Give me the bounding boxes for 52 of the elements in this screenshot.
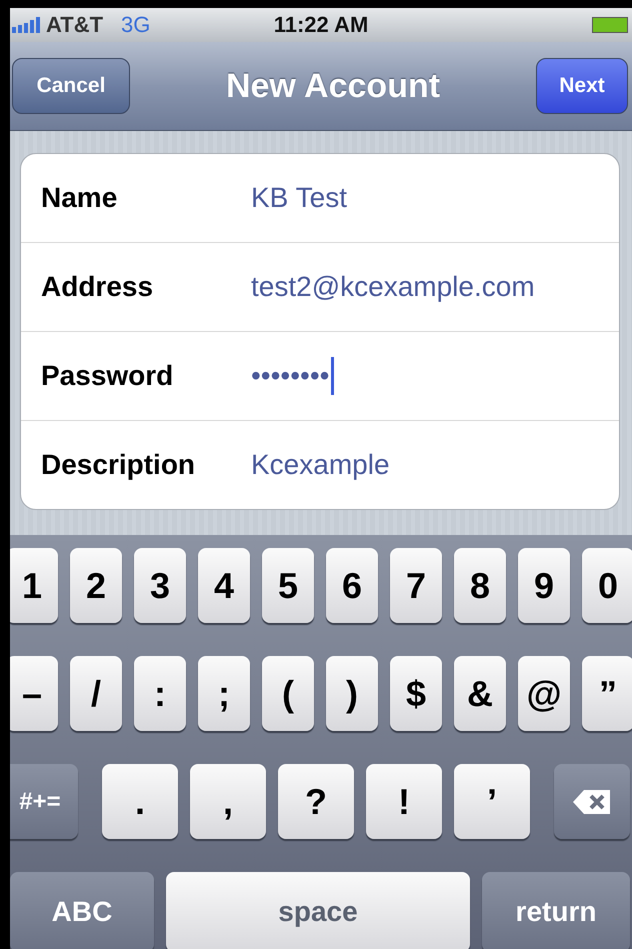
mode-key[interactable]: ABC xyxy=(10,872,154,949)
mode-key[interactable]: return xyxy=(482,872,630,949)
input-field[interactable]: KB Test xyxy=(251,174,347,222)
mode-key[interactable]: #+= xyxy=(10,764,78,839)
keyboard-key[interactable]: ” xyxy=(582,656,632,731)
keyboard-key[interactable]: 0 xyxy=(582,548,632,623)
keyboard-key[interactable]: ’ xyxy=(454,764,530,839)
keyboard-key[interactable]: – xyxy=(10,656,58,731)
keyboard-key[interactable]: $ xyxy=(390,656,442,731)
backspace-icon xyxy=(572,788,612,814)
keyboard-key[interactable]: 4 xyxy=(198,548,250,623)
keyboard-key[interactable]: @ xyxy=(518,656,570,731)
keyboard-key[interactable]: ) xyxy=(326,656,378,731)
keyboard-key[interactable]: ( xyxy=(262,656,314,731)
keyboard-key[interactable]: , xyxy=(190,764,266,839)
keyboard-key[interactable]: 6 xyxy=(326,548,378,623)
field-value: KB Test xyxy=(251,182,347,214)
keyboard-key[interactable]: 8 xyxy=(454,548,506,623)
keyboard-key[interactable]: / xyxy=(70,656,122,731)
battery-icon xyxy=(592,17,628,33)
field-value: test2@kcexample.com xyxy=(251,271,535,303)
input-field[interactable]: test2@kcexample.com xyxy=(251,263,535,311)
keyboard-key[interactable]: & xyxy=(454,656,506,731)
space-key[interactable]: space xyxy=(166,872,470,949)
keyboard-key[interactable]: . xyxy=(102,764,178,839)
field-label: Address xyxy=(41,271,154,303)
cancel-button[interactable]: Cancel xyxy=(12,58,130,114)
keyboard-key[interactable]: 5 xyxy=(262,548,314,623)
keyboard-key[interactable]: ! xyxy=(366,764,442,839)
field-value: •••••••• xyxy=(251,360,330,392)
field-label: Name xyxy=(41,182,118,214)
signal-icon xyxy=(12,17,42,33)
keyboard-key[interactable]: ? xyxy=(278,764,354,839)
keyboard-key[interactable]: 1 xyxy=(10,548,58,623)
input-field[interactable]: •••••••• xyxy=(251,352,334,400)
screen-title: New Account xyxy=(226,66,440,106)
clock-time: 11:22 AM xyxy=(272,12,370,38)
keyboard-key[interactable]: : xyxy=(134,656,186,731)
field-label: Password xyxy=(41,360,174,392)
keyboard-key[interactable] xyxy=(554,764,630,839)
field-value: Kcexample xyxy=(251,449,390,481)
keyboard-key[interactable]: 2 xyxy=(70,548,122,623)
network-type: 3G xyxy=(121,12,150,38)
field-label: Description xyxy=(41,449,196,481)
keyboard-key[interactable]: 7 xyxy=(390,548,442,623)
input-field[interactable]: Kcexample xyxy=(251,441,390,489)
next-button[interactable]: Next xyxy=(536,58,628,114)
keyboard-key[interactable]: 9 xyxy=(518,548,570,623)
text-cursor xyxy=(331,357,334,395)
carrier-name: AT&T xyxy=(46,12,104,38)
keyboard-key[interactable]: ; xyxy=(198,656,250,731)
keyboard-key[interactable]: 3 xyxy=(134,548,186,623)
